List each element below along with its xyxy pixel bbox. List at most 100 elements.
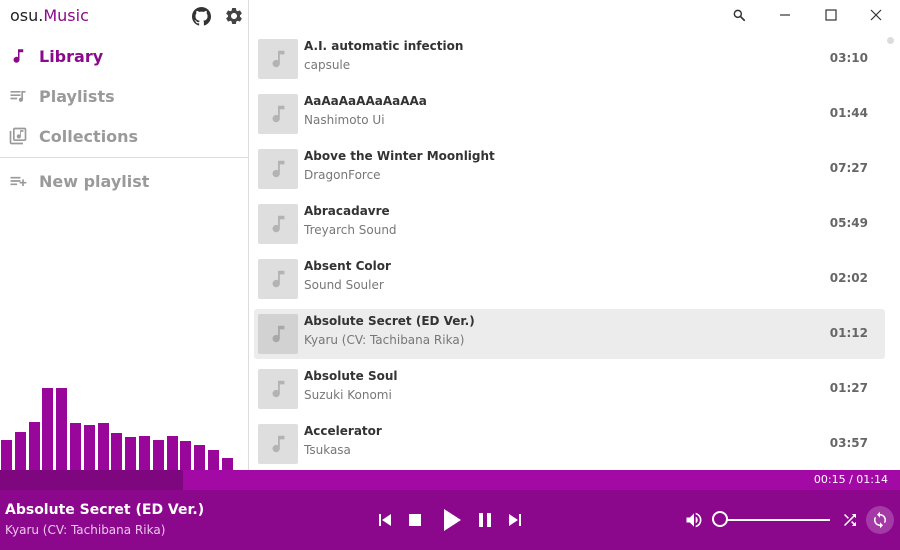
track-title: Abracadavre bbox=[304, 204, 390, 218]
track-duration: 01:12 bbox=[829, 326, 868, 340]
visualizer-bar bbox=[125, 437, 137, 470]
music-note-icon bbox=[272, 50, 285, 68]
visualizer-bar bbox=[1, 440, 12, 470]
new-playlist-label: New playlist bbox=[39, 171, 150, 191]
sidebar-item-playlists[interactable]: Playlists bbox=[8, 83, 115, 109]
album-art-placeholder bbox=[258, 314, 298, 354]
next-track-button[interactable] bbox=[506, 511, 524, 529]
play-button[interactable] bbox=[439, 507, 465, 533]
sidebar-item-library[interactable]: Library bbox=[8, 43, 103, 69]
track-title: Absent Color bbox=[304, 259, 391, 273]
track-row[interactable]: Accelerator Tsukasa 03:57 bbox=[254, 419, 885, 469]
track-title: Absolute Secret (ED Ver.) bbox=[304, 314, 475, 328]
new-playlist-button[interactable]: New playlist bbox=[8, 168, 149, 194]
track-artist: capsule bbox=[304, 58, 351, 72]
music-note-icon bbox=[272, 270, 285, 288]
visualizer-bar bbox=[221, 458, 233, 470]
album-art-placeholder bbox=[258, 259, 298, 299]
music-note-icon bbox=[272, 215, 285, 233]
music-note-icon bbox=[272, 380, 285, 398]
visualizer-bar bbox=[83, 425, 95, 470]
volume-icon[interactable] bbox=[684, 510, 704, 530]
play-icon bbox=[444, 509, 461, 531]
maximize-icon[interactable] bbox=[821, 5, 841, 25]
track-duration: 02:02 bbox=[829, 271, 868, 285]
sidebar: osu.Music Library Playlists Collections bbox=[0, 0, 249, 470]
skip-next-icon bbox=[509, 514, 521, 526]
album-art-placeholder bbox=[258, 39, 298, 79]
track-row[interactable]: Absolute Soul Suzuki Konomi 01:27 bbox=[254, 364, 885, 414]
track-title: A.I. automatic infection bbox=[304, 39, 464, 53]
settings-gear-icon[interactable] bbox=[224, 6, 244, 26]
album-art-placeholder bbox=[258, 204, 298, 244]
track-artist: Tsukasa bbox=[304, 443, 351, 457]
stop-icon bbox=[409, 514, 421, 526]
playlist-add-icon bbox=[8, 171, 28, 191]
search-icon[interactable] bbox=[729, 5, 749, 25]
album-art-placeholder bbox=[258, 94, 298, 134]
volume-slider-track[interactable] bbox=[720, 519, 830, 521]
scrollbar-thumb[interactable] bbox=[887, 37, 894, 44]
seek-bar-progress bbox=[0, 470, 183, 490]
volume-slider-handle[interactable] bbox=[712, 511, 728, 527]
time-display: 00:15 / 01:14 bbox=[813, 473, 888, 486]
visualizer-bar bbox=[194, 445, 206, 470]
visualizer-bar bbox=[42, 388, 54, 470]
repeat-icon bbox=[874, 511, 886, 529]
github-icon[interactable] bbox=[191, 6, 211, 26]
music-note-icon bbox=[272, 325, 285, 343]
sidebar-item-label: Library bbox=[39, 46, 104, 66]
track-artist: Suzuki Konomi bbox=[304, 388, 392, 402]
skip-previous-icon bbox=[379, 514, 391, 526]
track-row[interactable]: AaAaAaAAaAaAAa Nashimoto Ui 01:44 bbox=[254, 89, 885, 139]
track-duration: 07:27 bbox=[829, 161, 868, 175]
track-duration: 01:44 bbox=[829, 106, 868, 120]
app-title: osu.Music bbox=[10, 6, 89, 25]
visualizer-bar bbox=[97, 423, 109, 470]
close-icon[interactable] bbox=[866, 5, 886, 25]
music-note-icon bbox=[272, 435, 285, 453]
stop-button[interactable] bbox=[406, 511, 424, 529]
playlist-icon bbox=[8, 86, 28, 106]
collections-icon bbox=[8, 126, 28, 146]
track-title: Above the Winter Moonlight bbox=[304, 149, 495, 163]
track-duration: 03:10 bbox=[829, 51, 868, 65]
visualizer-bar bbox=[166, 436, 178, 470]
track-row-selected[interactable]: Absolute Secret (ED Ver.) Kyaru (CV: Tac… bbox=[254, 309, 885, 359]
visualizer-bar bbox=[139, 436, 150, 470]
visualizer-bar bbox=[208, 450, 219, 470]
repeat-button[interactable] bbox=[866, 506, 894, 534]
seek-bar[interactable]: 00:15 / 01:14 bbox=[0, 470, 900, 490]
track-artist: Kyaru (CV: Tachibana Rika) bbox=[304, 333, 465, 347]
music-note-icon bbox=[272, 105, 285, 123]
player-bar: Absolute Secret (ED Ver.) Kyaru (CV: Tac… bbox=[0, 490, 900, 550]
track-row[interactable]: Above the Winter Moonlight DragonForce 0… bbox=[254, 144, 885, 194]
sidebar-item-label: Playlists bbox=[39, 86, 115, 106]
pause-button[interactable] bbox=[476, 511, 494, 529]
visualizer-bar bbox=[14, 432, 26, 470]
app-window: osu.Music Library Playlists Collections bbox=[0, 0, 900, 550]
track-list: A.I. automatic infection capsule 03:10 A… bbox=[250, 31, 890, 470]
track-title: AaAaAaAAaAaAAa bbox=[304, 94, 427, 108]
previous-track-button[interactable] bbox=[376, 511, 394, 529]
sidebar-item-collections[interactable]: Collections bbox=[8, 123, 138, 149]
shuffle-icon[interactable] bbox=[840, 510, 860, 530]
track-artist: DragonForce bbox=[304, 168, 381, 182]
track-row[interactable]: Absent Color Sound Souler 02:02 bbox=[254, 254, 885, 304]
sidebar-divider bbox=[0, 157, 249, 158]
track-duration: 05:49 bbox=[829, 216, 868, 230]
track-artist: Treyarch Sound bbox=[304, 223, 397, 237]
track-row[interactable]: Abracadavre Treyarch Sound 05:49 bbox=[254, 199, 885, 249]
track-row[interactable]: A.I. automatic infection capsule 03:10 bbox=[254, 34, 885, 84]
track-duration: 03:57 bbox=[829, 436, 868, 450]
visualizer-bar bbox=[111, 433, 123, 470]
music-note-icon bbox=[8, 46, 28, 66]
visualizer-bar bbox=[152, 440, 164, 470]
album-art-placeholder bbox=[258, 424, 298, 464]
album-art-placeholder bbox=[258, 369, 298, 409]
sidebar-item-label: Collections bbox=[39, 126, 139, 146]
visualizer-bar bbox=[180, 441, 192, 470]
minimize-icon[interactable] bbox=[775, 5, 795, 25]
visualizer-bar bbox=[70, 423, 81, 470]
visualizer-bar bbox=[56, 388, 68, 470]
